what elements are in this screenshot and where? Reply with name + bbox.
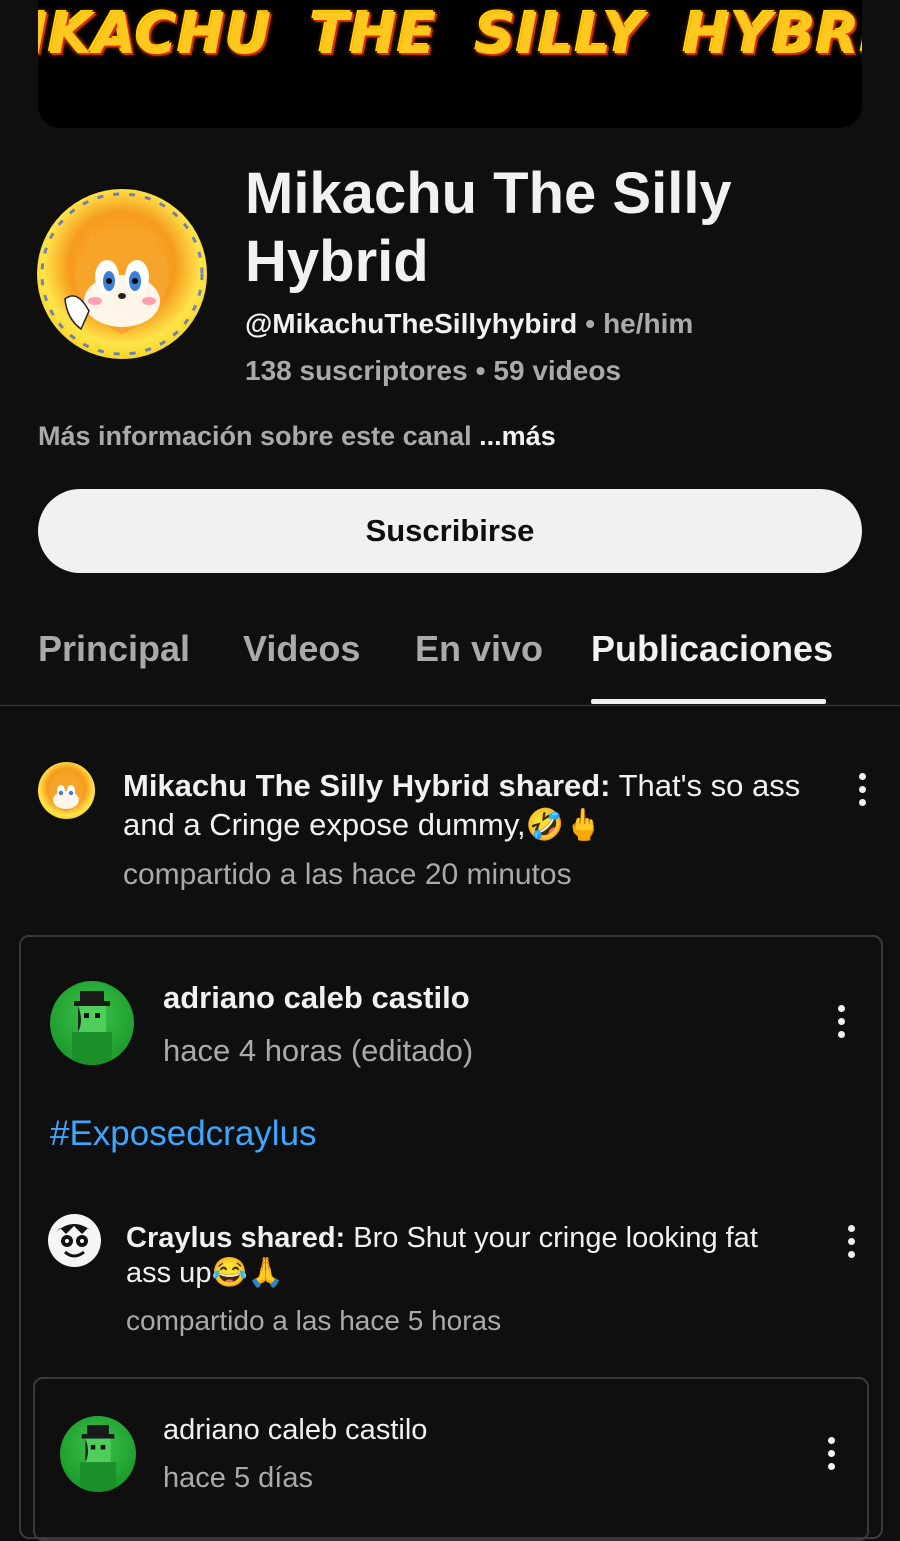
post-author-avatar[interactable] (38, 762, 95, 819)
shared-post-more-icon[interactable] (829, 1005, 853, 1038)
hashtag-link[interactable]: #Exposedcraylus (50, 1114, 317, 1154)
nested-post-more-icon[interactable] (839, 1225, 863, 1258)
channel-avatar[interactable] (37, 189, 207, 359)
post-author-shared[interactable]: Mikachu The Silly Hybrid shared: (123, 768, 611, 803)
subscribe-button[interactable]: Suscribirse (38, 489, 862, 573)
inner-post-timestamp: hace 5 días (163, 1462, 313, 1494)
channel-banner: MIKACHU THE SILLY HYBRID (38, 0, 862, 128)
channel-name: Mikachu The Silly Hybrid (245, 161, 732, 294)
inner-shared-post-card[interactable] (33, 1377, 869, 1541)
post-timestamp: compartido a las hace 20 minutos (123, 858, 572, 891)
shared-author-name[interactable]: adriano caleb castilo (163, 980, 470, 1016)
nested-post-timestamp: compartido a las hace 5 horas (126, 1305, 502, 1336)
nested-author-shared[interactable]: Craylus shared: (126, 1222, 345, 1254)
about-text: Más información sobre este canal (38, 421, 472, 451)
green-character-icon (72, 991, 112, 1065)
shared-author-avatar[interactable] (50, 981, 134, 1065)
separator-dot: • (585, 308, 596, 339)
cartoon-character-icon (48, 1214, 101, 1267)
nested-post-body: Craylus shared: Bro Shut your cringe loo… (126, 1221, 806, 1291)
green-character-icon (79, 1425, 117, 1492)
tab-videos[interactable]: Videos (243, 628, 360, 670)
post-body: Mikachu The Silly Hybrid shared: That's … (123, 766, 823, 844)
channel-handle: @MikachuTheSillyhybird (245, 308, 578, 339)
post-more-icon[interactable] (850, 773, 874, 806)
channel-stats: 138 suscriptores • 59 videos (245, 355, 621, 387)
tab-principal[interactable]: Principal (38, 628, 190, 670)
craylus-avatar[interactable] (48, 1214, 101, 1267)
tab-en-vivo[interactable]: En vivo (415, 628, 543, 670)
active-tab-indicator (591, 699, 826, 704)
separator-dot: • (475, 355, 486, 386)
subscriber-count: 138 suscriptores (245, 355, 468, 386)
banner-title: MIKACHU THE SILLY HYBRID (38, 2, 862, 67)
channel-about-link[interactable]: Más información sobre este canal ...más (38, 421, 556, 452)
more-link[interactable]: ...más (479, 421, 556, 451)
channel-tabs: Principal Videos En vivo Publicaciones (0, 600, 900, 706)
shared-post-timestamp: hace 4 horas (editado) (163, 1033, 474, 1068)
fox-character-icon (49, 777, 84, 812)
channel-handle-line: @MikachuTheSillyhybird • he/him (245, 308, 693, 340)
inner-author-avatar[interactable] (60, 1416, 136, 1492)
inner-author-name[interactable]: adriano caleb castilo (163, 1414, 427, 1447)
channel-pronouns: he/him (603, 308, 694, 339)
tab-publicaciones[interactable]: Publicaciones (591, 628, 833, 670)
fox-character-icon (40, 192, 204, 356)
inner-post-more-icon[interactable] (819, 1437, 843, 1470)
video-count: 59 videos (493, 355, 622, 386)
